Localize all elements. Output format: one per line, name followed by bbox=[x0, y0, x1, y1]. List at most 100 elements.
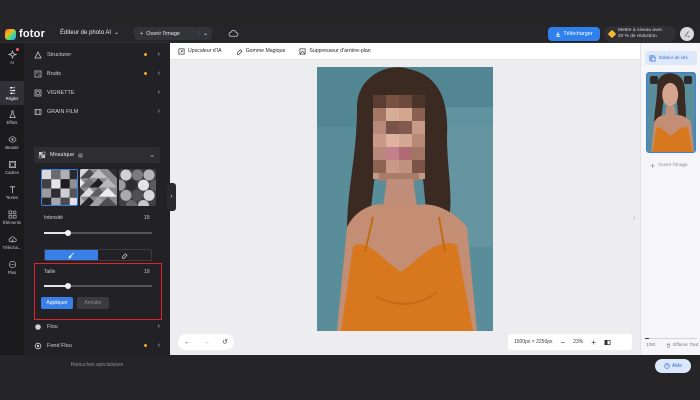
rail-label: AI bbox=[9, 59, 15, 65]
clear-all-button[interactable]: Effacer Tout bbox=[666, 343, 698, 348]
fotor-logo[interactable]: fotor bbox=[5, 28, 45, 40]
size-label: Taille bbox=[44, 269, 56, 275]
chevron-right-icon: › bbox=[157, 323, 160, 330]
left-tool-rail: AI Régler Effets Beauté Cadres Textes Él… bbox=[0, 43, 24, 355]
panel-row-blur[interactable]: Flou › bbox=[34, 318, 160, 335]
user-avatar[interactable] bbox=[680, 27, 694, 41]
brush-mode-tabs bbox=[44, 249, 152, 261]
expand-right-panel-handle[interactable]: › bbox=[633, 208, 639, 228]
sliders-icon bbox=[9, 86, 15, 94]
brush-icon bbox=[68, 252, 74, 259]
open-image-dropdown-chevron-icon[interactable]: ⌄ bbox=[197, 30, 208, 37]
batch-editor-button[interactable]: Éditeur de lots bbox=[645, 51, 697, 65]
info-icon[interactable] bbox=[78, 152, 84, 158]
panel-row-label: Bruits bbox=[47, 70, 62, 77]
fotor-logo-mark-icon bbox=[5, 28, 16, 40]
right-panel: Éditeur de lots + Ouvrir l'image 1/50 Ef… bbox=[640, 43, 700, 373]
vip-dot bbox=[143, 344, 147, 347]
compare-icon[interactable] bbox=[604, 339, 611, 346]
zoom-percent[interactable]: 23% bbox=[573, 339, 583, 345]
mosaic-section-header[interactable]: Mosaïque ⌄ bbox=[34, 147, 160, 163]
noise-grid-icon bbox=[34, 70, 42, 77]
zoom-out-icon[interactable]: − bbox=[561, 338, 566, 347]
open-image-label: Ouvrir l'image bbox=[146, 30, 180, 37]
thumbnail-photo bbox=[647, 73, 695, 152]
panel-row-label: Structurer bbox=[47, 51, 72, 58]
photo-canvas[interactable] bbox=[317, 67, 493, 331]
rail-item-adjust[interactable]: Régler bbox=[0, 81, 24, 105]
ai-upscaler-button[interactable]: Upscaleur d'IA bbox=[178, 48, 222, 55]
editor-mode-dropdown[interactable]: Éditeur de photo AI ⌄ bbox=[60, 29, 120, 37]
special-retouch-link[interactable]: Retouches spécialisées bbox=[24, 362, 170, 368]
redo-icon[interactable]: → bbox=[203, 339, 210, 346]
download-button[interactable]: Télécharger bbox=[548, 27, 600, 41]
rail-item-ai[interactable]: AI bbox=[0, 45, 24, 69]
cancel-button[interactable]: Annuler bbox=[77, 297, 109, 309]
panel-row-structure[interactable]: Structurer › bbox=[34, 46, 160, 63]
intensity-slider[interactable] bbox=[44, 229, 152, 237]
apply-button[interactable]: Appliquer bbox=[41, 297, 73, 309]
notification-dot bbox=[16, 48, 19, 51]
mosaic-style-hexagons[interactable] bbox=[119, 169, 156, 206]
brush-tab[interactable] bbox=[45, 250, 98, 260]
rail-item-effects[interactable]: Effets bbox=[0, 105, 24, 129]
canvas-area: Upscaleur d'IA Gomme Magique Suppresseur… bbox=[167, 43, 640, 355]
open-image-button[interactable]: + Ouvrir l'image ⌄ bbox=[134, 27, 212, 40]
square-mosaic-preview bbox=[42, 170, 77, 205]
delete-icon[interactable] bbox=[684, 76, 692, 84]
fotor-logo-text: fotor bbox=[19, 28, 46, 40]
image-thumbnail[interactable] bbox=[646, 72, 696, 153]
help-button[interactable]: Aide bbox=[655, 359, 691, 373]
history-controls: ← → ↺ bbox=[178, 334, 234, 350]
scrollbar-thumb[interactable] bbox=[645, 338, 649, 339]
background-remover-button[interactable]: Suppresseur d'arrière-plan bbox=[299, 48, 371, 55]
image-size-label: 1500px × 2250px bbox=[514, 339, 553, 345]
toolbar-label: Upscaleur d'IA bbox=[188, 48, 222, 54]
upgrade-promo-button[interactable]: Mettre à niveau avec 20 % de réduction bbox=[604, 26, 676, 42]
undo-icon[interactable]: ← bbox=[184, 339, 191, 346]
diamond-icon bbox=[607, 29, 617, 39]
rail-item-text[interactable]: Textes bbox=[0, 180, 24, 204]
size-value: 19 bbox=[144, 269, 150, 275]
download-label: Télécharger bbox=[563, 31, 593, 37]
mosaic-style-triangles[interactable] bbox=[80, 169, 117, 206]
download-icon bbox=[556, 31, 561, 37]
rail-label: Régler bbox=[5, 95, 19, 101]
trash-icon bbox=[666, 343, 671, 348]
size-slider[interactable] bbox=[44, 282, 152, 290]
add-image-button[interactable]: + Ouvrir l'image bbox=[646, 157, 696, 175]
panel-row-label: Flou bbox=[47, 323, 58, 330]
panel-row-film-grain[interactable]: GRAIN FILM › bbox=[34, 103, 160, 120]
panel-row-background-blur[interactable]: Fond Flou › bbox=[34, 337, 160, 354]
magic-eraser-button[interactable]: Gomme Magique bbox=[236, 48, 286, 55]
history-icon[interactable]: ↺ bbox=[222, 338, 228, 346]
help-label: Aide bbox=[671, 363, 682, 369]
rail-item-beauty[interactable]: Beauté bbox=[0, 130, 24, 154]
cloud-icon[interactable] bbox=[228, 28, 239, 39]
eraser-icon bbox=[121, 252, 128, 259]
vip-dot bbox=[143, 53, 147, 56]
panel-row-vignette[interactable]: VIGNETTE › bbox=[34, 84, 160, 101]
mosaic-style-squares[interactable] bbox=[41, 169, 78, 206]
slider-knob[interactable] bbox=[65, 283, 71, 289]
rail-item-elements[interactable]: Éléments bbox=[0, 205, 24, 229]
background-remover-icon bbox=[299, 48, 306, 54]
rail-item-more[interactable]: Plus bbox=[0, 255, 24, 279]
plus-icon: + bbox=[650, 160, 656, 171]
thumbnail-scrollbar[interactable] bbox=[645, 338, 697, 339]
film-icon bbox=[34, 108, 42, 115]
chevron-down-icon: ⌄ bbox=[114, 30, 120, 36]
eraser-tab[interactable] bbox=[98, 250, 151, 260]
zoom-in-icon[interactable]: + bbox=[591, 338, 596, 347]
editor-mode-label: Éditeur de photo AI bbox=[60, 29, 112, 36]
batch-editor-label: Éditeur de lots bbox=[659, 54, 688, 60]
rail-item-upload[interactable]: Télécha... bbox=[0, 230, 24, 254]
rail-item-frames[interactable]: Cadres bbox=[0, 155, 24, 179]
background-blur-icon bbox=[34, 342, 42, 349]
slider-knob[interactable] bbox=[65, 230, 71, 236]
collapse-panel-handle[interactable]: ‹ bbox=[167, 183, 176, 211]
panel-row-noise[interactable]: Bruits › bbox=[34, 65, 160, 82]
frame-icon bbox=[8, 160, 16, 168]
toolbar-label: Gomme Magique bbox=[245, 48, 286, 54]
chevron-right-icon: › bbox=[157, 70, 160, 77]
